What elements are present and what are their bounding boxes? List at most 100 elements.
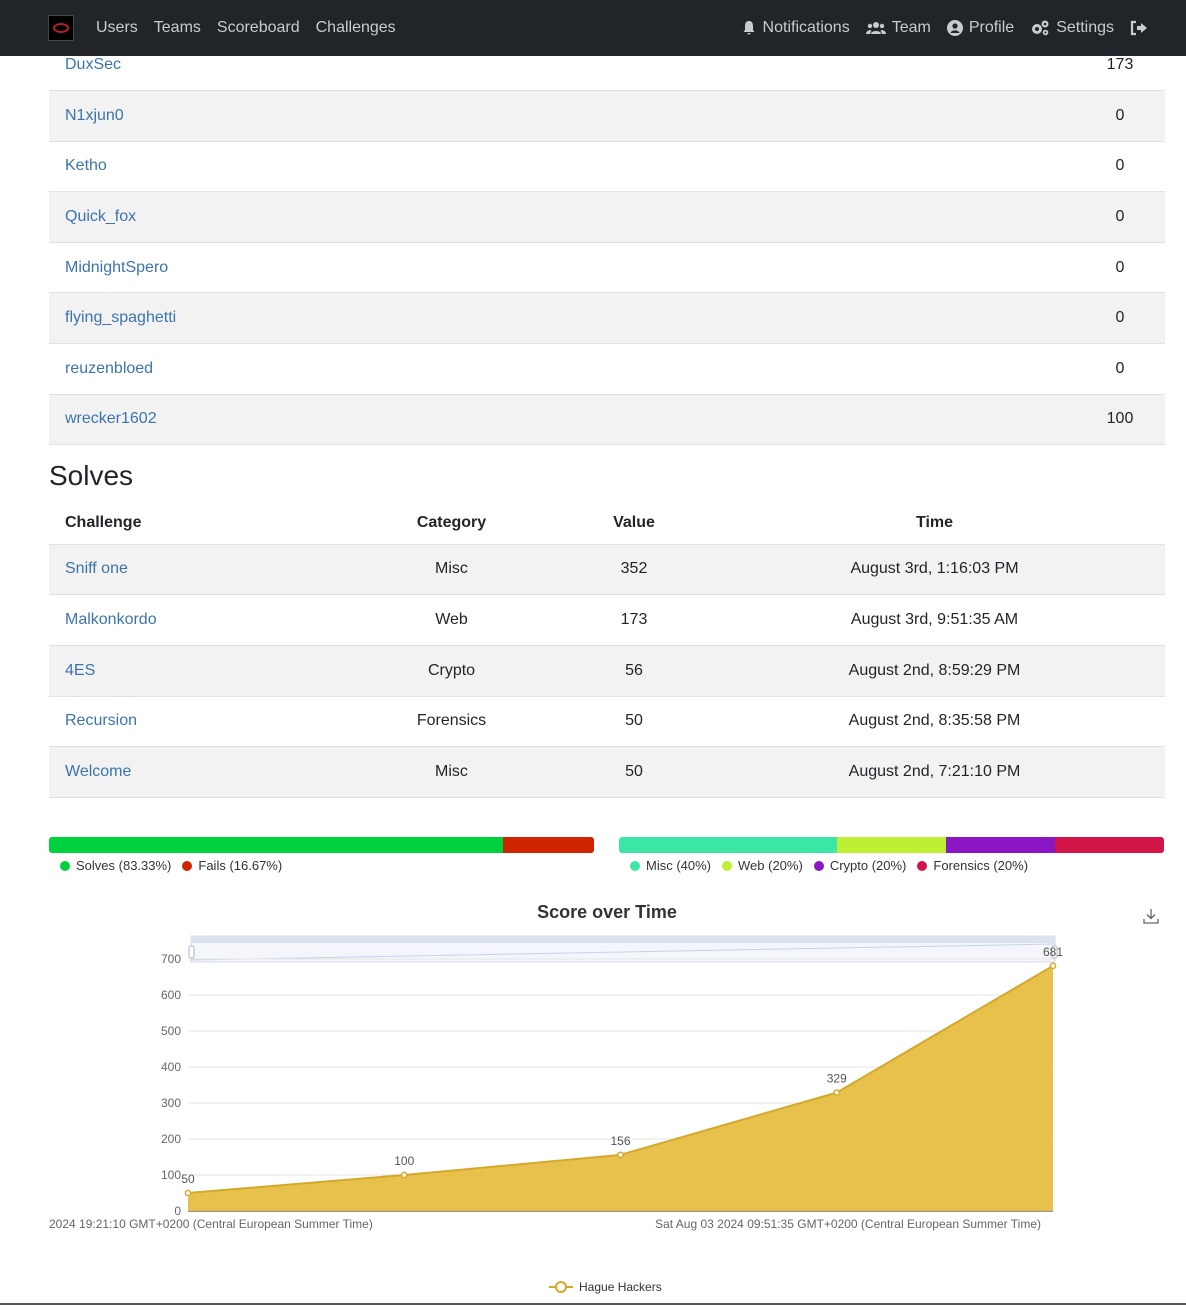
data-point[interactable] bbox=[1049, 962, 1057, 970]
table-row: Sniff one Misc 352 August 3rd, 1:16:03 PM bbox=[49, 544, 1165, 596]
column-header-value[interactable]: Value bbox=[564, 502, 704, 545]
nav-links: Users Teams Scoreboard Challenges bbox=[96, 19, 412, 37]
member-score: 0 bbox=[875, 141, 1165, 193]
table-header-row: Challenge Category Value Time bbox=[49, 502, 1165, 545]
category-segment[interactable] bbox=[619, 837, 837, 853]
member-score: 0 bbox=[875, 90, 1165, 142]
ctf-logo[interactable] bbox=[48, 15, 74, 41]
column-header-time[interactable]: Time bbox=[704, 502, 1165, 545]
cogs-icon bbox=[1032, 20, 1049, 36]
challenge-link[interactable]: Malkonkordo bbox=[65, 611, 157, 628]
nav-users[interactable]: Users bbox=[96, 19, 138, 37]
y-tick-label: 0 bbox=[174, 1204, 181, 1218]
time-cell: August 2nd, 8:59:29 PM bbox=[704, 645, 1165, 697]
legend-label: Crypto (20%) bbox=[829, 858, 907, 873]
legend-dot bbox=[813, 860, 824, 871]
solve-fail-segment[interactable] bbox=[49, 837, 504, 853]
nav-scoreboard[interactable]: Scoreboard bbox=[217, 19, 300, 37]
table-row: N1xjun0 0 bbox=[49, 90, 1165, 142]
data-point[interactable] bbox=[617, 1151, 624, 1159]
x-tick-label: Sat Aug 03 2024 09:51:35 GMT+0200 (Centr… bbox=[655, 1217, 1041, 1231]
data-point[interactable] bbox=[400, 1171, 408, 1179]
time-cell: August 3rd, 1:16:03 PM bbox=[704, 544, 1165, 596]
download-icon[interactable] bbox=[1142, 907, 1160, 925]
y-tick-label: 700 bbox=[161, 952, 181, 966]
time-cell: August 2nd, 7:21:10 PM bbox=[704, 746, 1165, 798]
nav-profile-label: Profile bbox=[968, 19, 1015, 36]
member-link[interactable]: Quick_fox bbox=[65, 208, 136, 225]
table-row: reuzenbloed 0 bbox=[49, 343, 1165, 395]
time-cell: August 3rd, 9:51:35 AM bbox=[704, 594, 1165, 646]
legend-label: Misc (40%) bbox=[646, 858, 712, 873]
legend-dot bbox=[722, 860, 733, 871]
bell-icon bbox=[743, 21, 755, 35]
solves-table: Challenge Category Value Time Sniff one M… bbox=[49, 502, 1165, 798]
nav-notifications[interactable]: Notifications bbox=[741, 19, 850, 37]
data-label: 100 bbox=[394, 1154, 414, 1168]
category-legend-item[interactable]: Crypto (20%) bbox=[813, 858, 907, 873]
y-tick-label: 100 bbox=[161, 1168, 181, 1182]
zoom-slider-bar[interactable] bbox=[191, 936, 1055, 943]
column-header-category[interactable]: Category bbox=[339, 502, 564, 545]
nav-teams[interactable]: Teams bbox=[154, 19, 201, 37]
category-cell: Misc bbox=[339, 746, 564, 798]
users-icon bbox=[865, 22, 886, 34]
table-row: flying_spaghetti 0 bbox=[49, 292, 1165, 345]
value-cell: 50 bbox=[564, 746, 704, 798]
legend-dot bbox=[60, 860, 70, 871]
table-row: Recursion Forensics 50 August 2nd, 8:35:58 … bbox=[49, 696, 1165, 748]
logout-button[interactable] bbox=[1130, 20, 1154, 36]
member-link[interactable]: reuzenbloed bbox=[65, 360, 153, 377]
challenge-link[interactable]: Sniff one bbox=[65, 560, 128, 577]
table-row: Welcome Misc 50 August 2nd, 7:21:10 PM bbox=[49, 746, 1165, 798]
member-link[interactable]: flying_spaghetti bbox=[65, 309, 176, 326]
category-legend-item[interactable]: Web (20%) bbox=[722, 858, 803, 873]
data-label: 50 bbox=[181, 1172, 195, 1186]
solve-fail-bar bbox=[49, 837, 594, 853]
score-over-time-chart: 0100200300400500600700501001563296812024… bbox=[49, 935, 1063, 1294]
challenge-link[interactable]: Welcome bbox=[65, 763, 131, 780]
value-cell: 56 bbox=[564, 645, 704, 697]
category-legend-item[interactable]: Forensics (20%) bbox=[917, 858, 1028, 873]
table-row: Ketho 0 bbox=[49, 141, 1165, 193]
nav-team[interactable]: Team bbox=[865, 19, 931, 37]
nav-profile[interactable]: Profile bbox=[946, 19, 1015, 37]
data-point[interactable] bbox=[184, 1189, 192, 1197]
legend-marker[interactable] bbox=[555, 1281, 567, 1293]
y-tick-label: 400 bbox=[161, 1060, 181, 1074]
value-cell: 352 bbox=[564, 544, 704, 596]
legend-series-label[interactable]: Hague Hackers bbox=[579, 1280, 662, 1294]
member-score: 0 bbox=[875, 191, 1165, 243]
nav-challenges[interactable]: Challenges bbox=[316, 19, 396, 37]
solves-table-wrapper: Challenge Category Value Time Sniff one M… bbox=[49, 502, 1165, 798]
member-link[interactable]: N1xjun0 bbox=[65, 107, 124, 124]
solve-fail-segment[interactable] bbox=[503, 837, 594, 853]
legend-label: Solves (83.33%) bbox=[76, 858, 172, 873]
solve-fail-legend-item[interactable]: Solves (83.33%) bbox=[60, 858, 171, 873]
legend-label: Fails (16.67%) bbox=[198, 858, 283, 873]
category-segment[interactable] bbox=[837, 837, 946, 853]
category-segment[interactable] bbox=[1055, 837, 1164, 853]
navbar: Users Teams Scoreboard Challenges Notifi… bbox=[0, 0, 1186, 56]
value-cell: 50 bbox=[564, 696, 704, 748]
category-segment[interactable] bbox=[946, 837, 1055, 853]
y-tick-label: 600 bbox=[161, 988, 181, 1002]
category-cell: Crypto bbox=[339, 645, 564, 697]
table-row: 4ES Crypto 56 August 2nd, 8:59:29 PM bbox=[49, 645, 1165, 697]
challenge-link[interactable]: 4ES bbox=[65, 662, 95, 679]
nav-settings[interactable]: Settings bbox=[1030, 19, 1114, 37]
chart-title: Score over Time bbox=[537, 902, 677, 922]
category-legend-item[interactable]: Misc (40%) bbox=[630, 858, 711, 873]
y-tick-label: 200 bbox=[161, 1132, 181, 1146]
member-link[interactable]: wrecker1602 bbox=[65, 410, 157, 427]
data-point[interactable] bbox=[833, 1089, 841, 1096]
zoom-handle-left[interactable] bbox=[188, 945, 195, 959]
table-row: wrecker1602 100 bbox=[49, 394, 1165, 446]
member-link[interactable]: DuxSec bbox=[65, 56, 121, 73]
solve-fail-legend-item[interactable]: Fails (16.67%) bbox=[182, 858, 282, 873]
column-header-challenge[interactable]: Challenge bbox=[49, 502, 339, 545]
challenge-link[interactable]: Recursion bbox=[65, 712, 137, 729]
member-link[interactable]: MidnightSpero bbox=[65, 259, 168, 276]
member-link[interactable]: Ketho bbox=[65, 157, 107, 174]
category-cell: Web bbox=[339, 594, 564, 646]
